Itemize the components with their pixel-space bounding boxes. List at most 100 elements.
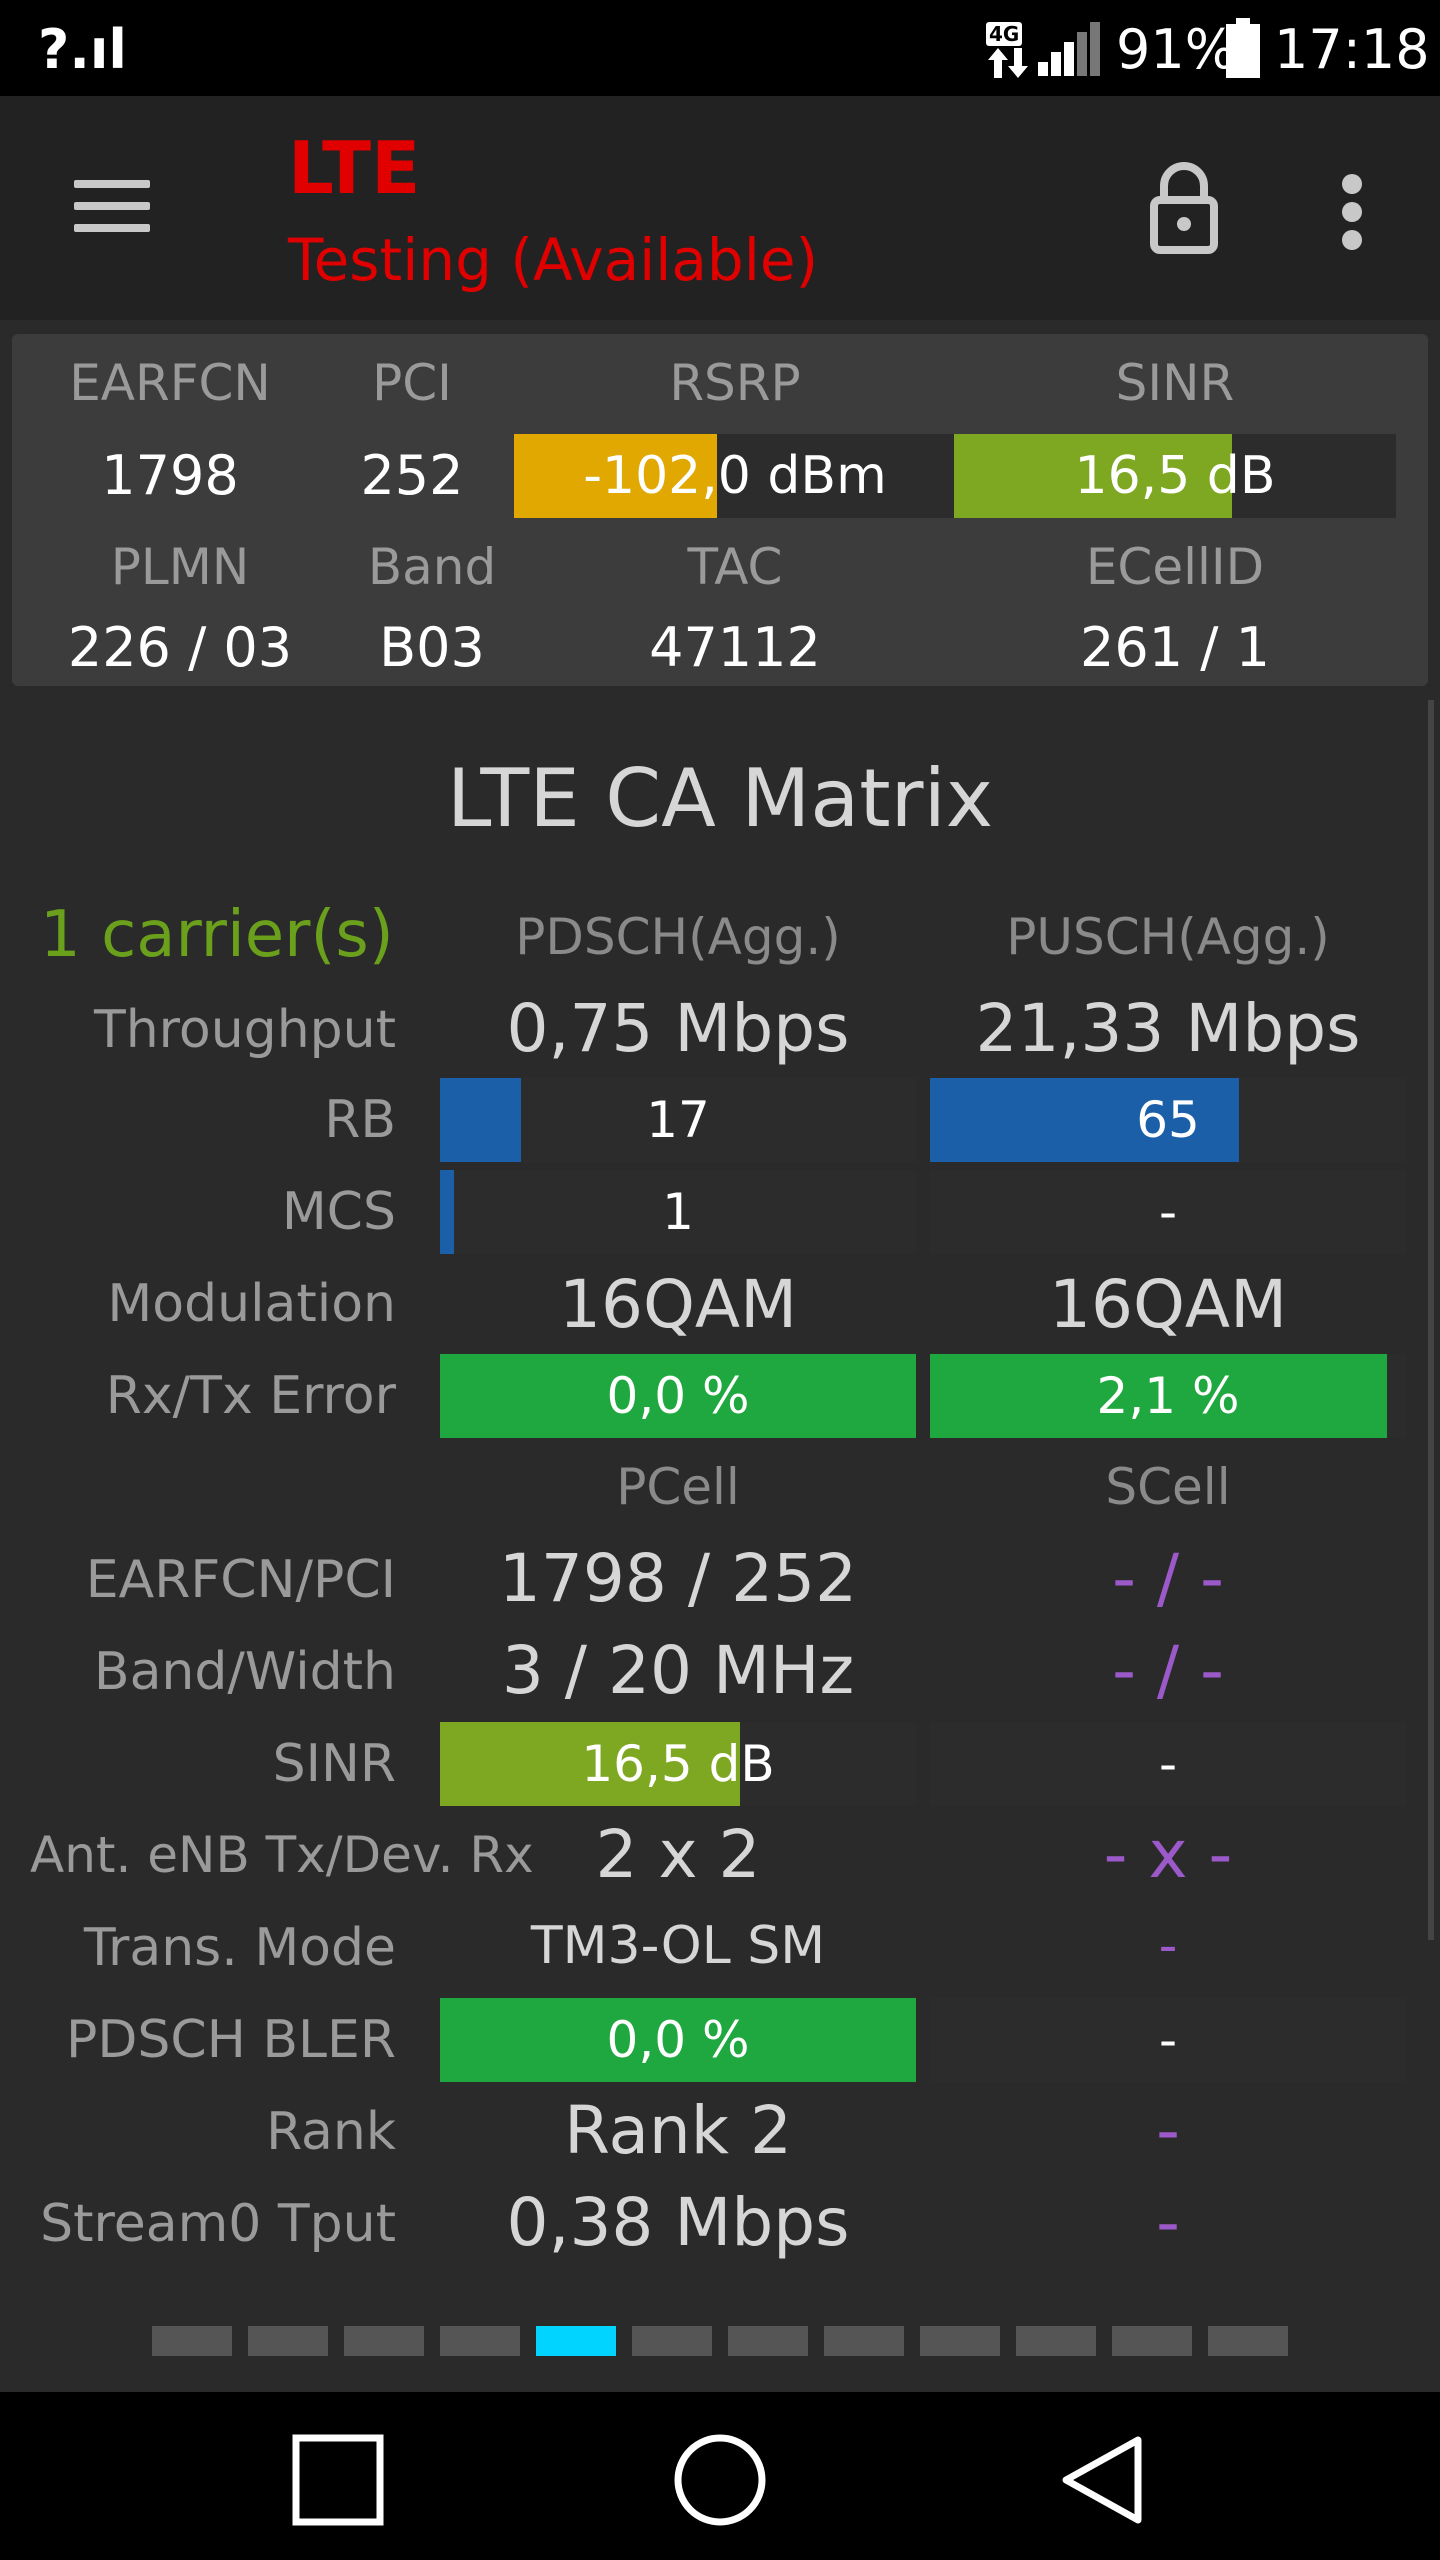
tac-label: TAC (687, 538, 783, 596)
pdsch-error-bar: 0,0 % (440, 1354, 916, 1438)
pcell-bler-value: 0,0 % (606, 2011, 750, 2069)
scell-rank: - (1156, 2092, 1180, 2169)
sinr-bar: 16,5 dB (954, 434, 1396, 518)
sinr-value: 16,5 dB (1074, 446, 1276, 506)
rsrp-value: -102,0 dBm (583, 446, 887, 506)
pcell-stream0: 0,38 Mbps (506, 2184, 850, 2261)
battery-percent: 91% (1116, 18, 1237, 81)
battery-icon (1226, 18, 1260, 78)
pci-value: 252 (360, 444, 464, 507)
page-dot[interactable] (824, 2326, 904, 2356)
clock: 17:18 (1274, 18, 1430, 81)
pusch-rb-value: 65 (1136, 1091, 1200, 1149)
pcell-rank: Rank 2 (564, 2092, 792, 2169)
scell-earfcn-pci: - / - (1112, 1540, 1224, 1617)
pdsch-modulation: 16QAM (558, 1266, 798, 1343)
back-triangle-icon[interactable] (1056, 2432, 1152, 2528)
pdsch-mcs-bar: 1 (440, 1170, 916, 1254)
pdsch-bler-label: PDSCH BLER (66, 2010, 396, 2070)
status-bar: ?.ıl 4G 91% 17:18 (0, 0, 1440, 96)
scrollbar[interactable] (1428, 700, 1434, 1940)
cell-summary-panel: EARFCN PCI RSRP SINR 1798 252 -102,0 dBm… (12, 334, 1428, 686)
pusch-header: PUSCH(Agg.) (1006, 908, 1330, 966)
band-label: Band (367, 538, 497, 596)
overflow-menu-icon[interactable] (1320, 166, 1384, 256)
pusch-rb-bar: 65 (930, 1078, 1406, 1162)
page-dot[interactable] (728, 2326, 808, 2356)
pcell-trans-mode: TM3-OL SM (530, 1916, 826, 1976)
pdsch-header: PDSCH(Agg.) (515, 908, 841, 966)
ecellid-label: ECellID (1085, 538, 1265, 596)
page-dot[interactable] (152, 2326, 232, 2356)
scell-bler-value: - (1158, 2011, 1178, 2069)
scell-bler-bar: - (930, 1998, 1406, 2082)
plmn-value: 226 / 03 (67, 616, 293, 679)
home-circle-icon[interactable] (672, 2432, 768, 2528)
trans-mode-label: Trans. Mode (83, 1918, 396, 1978)
app-title: LTE (288, 126, 421, 210)
mcs-label: MCS (281, 1182, 396, 1242)
pcell-bler-bar: 0,0 % (440, 1998, 916, 2082)
page-dot[interactable] (440, 2326, 520, 2356)
rb-label: RB (324, 1090, 396, 1150)
pdsch-rb-value: 17 (646, 1091, 710, 1149)
lock-icon[interactable] (1148, 162, 1220, 254)
app-subtitle: Testing (Available) (288, 226, 819, 294)
tac-value: 47112 (649, 616, 821, 679)
pdsch-rb-bar: 17 (440, 1078, 916, 1162)
hamburger-menu-icon[interactable] (60, 156, 164, 260)
earfcn-label: EARFCN (69, 354, 271, 412)
scell-band-width: - / - (1112, 1632, 1224, 1709)
page-dot[interactable] (248, 2326, 328, 2356)
pcell-earfcn-pci: 1798 / 252 (498, 1540, 858, 1617)
page-dot[interactable] (1208, 2326, 1288, 2356)
signal-unknown-icon: ?.ıl (38, 18, 127, 81)
scell-sinr-bar: - (930, 1722, 1406, 1806)
throughput-label: Throughput (93, 1000, 396, 1060)
pdsch-throughput: 0,75 Mbps (506, 990, 850, 1067)
pdsch-error-value: 0,0 % (606, 1367, 750, 1425)
pusch-error-bar: 2,1 % (930, 1354, 1406, 1438)
scell-sinr-value: - (1158, 1735, 1178, 1793)
page-dot[interactable] (1016, 2326, 1096, 2356)
pci-label: PCI (372, 354, 452, 412)
rsrp-bar: -102,0 dBm (514, 434, 956, 518)
pusch-throughput: 21,33 Mbps (975, 990, 1361, 1067)
stream0-label: Stream0 Tput (40, 2194, 396, 2254)
page-dot[interactable] (920, 2326, 1000, 2356)
pcell-sinr-value: 16,5 dB (581, 1735, 775, 1793)
band-value: B03 (379, 616, 485, 679)
rxtx-error-label: Rx/Tx Error (105, 1366, 396, 1426)
data-transfer-icon: 4G (986, 22, 1030, 78)
pcell-band-width: 3 / 20 MHz (501, 1632, 855, 1709)
pusch-mcs-value: - (1158, 1183, 1178, 1241)
carrier-count: 1 carrier(s) (40, 898, 394, 972)
pusch-modulation: 16QAM (1048, 1266, 1288, 1343)
pusch-mcs-bar: - (930, 1170, 1406, 1254)
rsrp-label: RSRP (669, 354, 801, 412)
pusch-error-value: 2,1 % (1096, 1367, 1240, 1425)
pdsch-mcs-value: 1 (662, 1183, 694, 1241)
band-width-label: Band/Width (93, 1642, 396, 1702)
earfcn-pci-label: EARFCN/PCI (85, 1550, 396, 1610)
page-dot[interactable] (1112, 2326, 1192, 2356)
earfcn-value: 1798 (101, 444, 239, 507)
plmn-label: PLMN (110, 538, 250, 596)
scell-trans-mode: - (1158, 1916, 1178, 1976)
pcell-sinr-bar: 16,5 dB (440, 1722, 916, 1806)
navigation-bar (0, 2392, 1440, 2560)
scell-stream0: - (1156, 2184, 1180, 2261)
cell-signal-icon (1038, 22, 1100, 76)
page-dot[interactable] (344, 2326, 424, 2356)
ca-matrix-title: LTE CA Matrix (446, 752, 994, 845)
modulation-label: Modulation (107, 1274, 396, 1334)
rank-label: Rank (266, 2102, 396, 2162)
network-badge: 4G (986, 22, 1023, 46)
sinr-label: SINR (1115, 354, 1235, 412)
recents-square-icon[interactable] (290, 2432, 386, 2528)
page-dot[interactable] (536, 2326, 616, 2356)
page-dot[interactable] (632, 2326, 712, 2356)
pcell-header: PCell (616, 1458, 740, 1516)
pcell-antenna: 2 x 2 (595, 1816, 761, 1893)
scell-header: SCell (1105, 1458, 1231, 1516)
